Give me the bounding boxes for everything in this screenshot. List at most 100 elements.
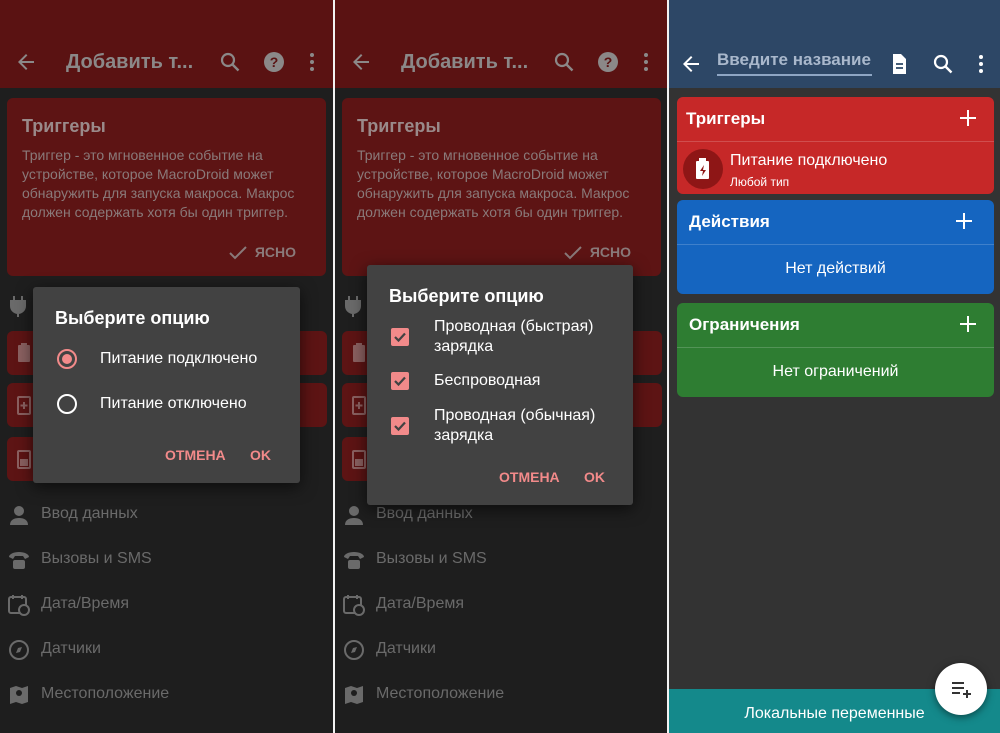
constraints-header: Ограничения (677, 303, 994, 347)
battery-icon (353, 343, 365, 362)
category-label: Дата/Время (41, 595, 130, 612)
compass-icon (344, 640, 364, 660)
info-ok-button[interactable]: ЯСНО (229, 244, 296, 260)
ok-button[interactable]: OK (250, 447, 271, 463)
dialog-title: Выберите опцию (389, 286, 544, 306)
option-wired-fast[interactable]: Проводная (быстрая) зарядка (367, 317, 633, 361)
more-vertical-icon[interactable] (634, 50, 658, 74)
option-power-connected[interactable]: Питание подключено (33, 347, 300, 371)
playlist-add-icon (952, 682, 971, 698)
category-label: Ввод данных (41, 505, 138, 522)
phone-icon (9, 552, 29, 569)
triggers-title: Триггеры (686, 109, 766, 128)
option-label: Проводная (быстрая) (434, 318, 594, 335)
radio-button[interactable] (57, 349, 77, 369)
help-icon[interactable]: ? (596, 50, 620, 74)
info-title: Триггеры (357, 116, 441, 136)
option-label: Питание подключено (100, 350, 258, 367)
calendar-clock-icon (8, 595, 30, 616)
back-arrow-icon[interactable] (349, 50, 373, 74)
category-date-time[interactable]: Дата/Время (335, 590, 667, 620)
svg-text:?: ? (604, 54, 613, 70)
check-icon (394, 332, 406, 343)
category-label: Вызовы и SMS (376, 550, 487, 567)
toolbar-title: Добавить т... (401, 51, 529, 73)
constraints-title: Ограничения (689, 315, 800, 334)
toolbar-title: Добавить т... (66, 51, 194, 73)
category-label: Датчики (376, 640, 436, 657)
macro-name-input[interactable]: Введите название (717, 50, 872, 76)
info-ok-button[interactable]: ЯСНО (564, 244, 631, 260)
more-vertical-icon[interactable] (300, 50, 324, 74)
info-text: Триггер - это мгновенное событие на устр… (22, 147, 295, 220)
category-location[interactable]: Местоположение (0, 680, 333, 710)
category-date-time[interactable]: Дата/Время (0, 590, 333, 620)
info-ok-label: ЯСНО (589, 244, 631, 260)
category-label: Местоположение (41, 685, 170, 702)
option-power-disconnected[interactable]: Питание отключено (33, 392, 300, 416)
option-wired-normal[interactable]: Проводная (обычная) зарядка (367, 406, 633, 450)
fab-button[interactable] (935, 663, 987, 715)
add-action-plus-icon[interactable] (954, 211, 974, 231)
triggers-card: Триггеры Питание подключено Любой тип (677, 97, 994, 194)
panel-macro-editor: Введите название Триггеры Питание подклю… (669, 0, 1000, 733)
checkbox[interactable] (391, 372, 409, 390)
person-icon (345, 506, 363, 525)
svg-text:?: ? (270, 54, 279, 70)
option-wireless[interactable]: Беспроводная (367, 371, 633, 393)
search-icon[interactable] (931, 52, 955, 76)
actions-title: Действия (689, 212, 770, 231)
check-icon (394, 421, 406, 432)
check-icon (229, 246, 247, 260)
phone-icon (344, 552, 364, 569)
checkbox[interactable] (391, 417, 409, 435)
trigger-item-title: Питание подключено (730, 152, 888, 169)
option-label: Проводная (обычная) (434, 407, 596, 424)
info-title: Триггеры (22, 116, 106, 136)
map-marker-icon (10, 686, 28, 704)
back-arrow-icon[interactable] (14, 50, 38, 74)
actions-card: Действия Нет действий (677, 200, 994, 294)
category-label: Местоположение (376, 685, 505, 702)
cancel-button[interactable]: ОТМЕНА (165, 447, 226, 463)
add-trigger-plus-icon[interactable] (958, 108, 978, 128)
help-icon[interactable]: ? (262, 50, 286, 74)
checkbox[interactable] (391, 328, 409, 346)
check-icon (564, 246, 582, 260)
option-label-line2: зарядка (434, 338, 494, 355)
more-vertical-icon[interactable] (969, 52, 993, 76)
search-icon[interactable] (218, 50, 242, 74)
actions-header: Действия (677, 200, 994, 244)
battery-plus-icon (17, 396, 31, 415)
battery-low-icon (352, 450, 366, 469)
category-location[interactable]: Местоположение (335, 680, 667, 710)
info-text: Триггер - это мгновенное событие на устр… (357, 147, 630, 220)
cancel-button[interactable]: ОТМЕНА (499, 469, 560, 485)
category-sensors[interactable]: Датчики (335, 635, 667, 665)
category-input-data[interactable]: Ввод данных (0, 500, 333, 530)
trigger-item-power-connected[interactable]: Питание подключено Любой тип (677, 141, 994, 194)
category-sensors[interactable]: Датчики (0, 635, 333, 665)
toolbar: Введите название (669, 0, 1000, 88)
category-calls-sms[interactable]: Вызовы и SMS (0, 545, 333, 575)
option-dialog: Выберите опцию Питание подключено Питани… (33, 287, 300, 483)
power-plug-icon (345, 296, 361, 317)
category-label: Дата/Время (376, 595, 465, 612)
constraints-empty-text: Нет ограничений (677, 347, 994, 395)
radio-button[interactable] (57, 394, 77, 414)
battery-plus-icon (352, 396, 366, 415)
battery-low-icon (17, 450, 31, 469)
search-icon[interactable] (552, 50, 576, 74)
info-ok-label: ЯСНО (254, 244, 296, 260)
category-label: Ввод данных (376, 505, 473, 522)
check-icon (394, 376, 406, 387)
back-arrow-icon[interactable] (679, 52, 703, 76)
document-icon[interactable] (887, 52, 911, 76)
option-dialog: Выберите опцию Проводная (быстрая) заряд… (367, 265, 633, 505)
actions-empty-text: Нет действий (677, 244, 994, 292)
trigger-item-icon-bg (683, 149, 723, 189)
category-calls-sms[interactable]: Вызовы и SMS (335, 545, 667, 575)
ok-button[interactable]: OK (584, 469, 605, 485)
power-plug-icon (10, 296, 26, 317)
add-constraint-plus-icon[interactable] (958, 314, 978, 334)
